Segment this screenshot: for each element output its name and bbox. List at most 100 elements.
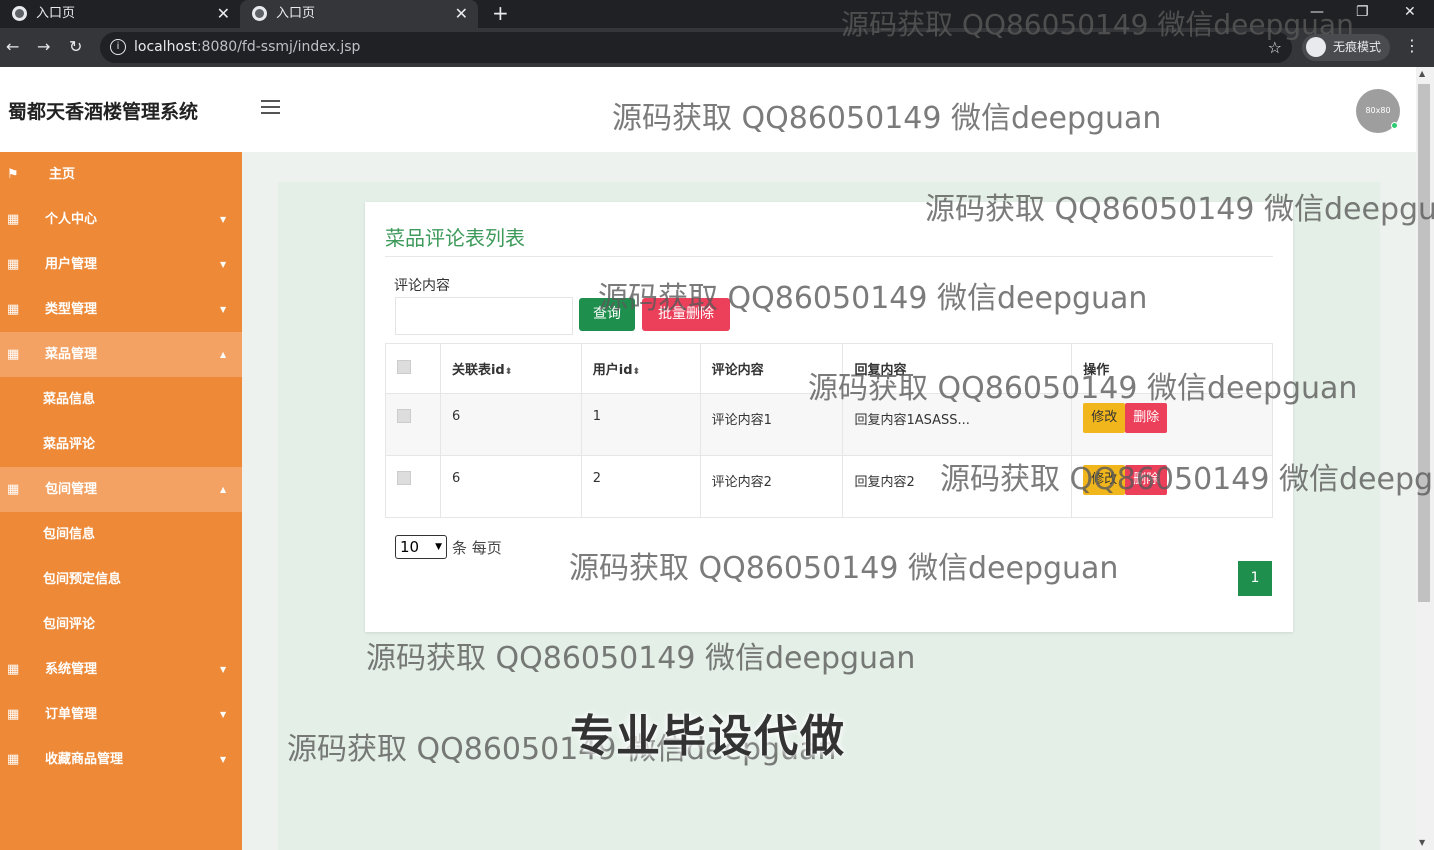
flag-icon: ⚑ [7, 167, 19, 182]
avatar[interactable]: 80x80 [1356, 89, 1400, 133]
grid-icon: ▦ [7, 707, 20, 722]
sidebar-item-order-management[interactable]: ▦ 订单管理 ▼ [0, 692, 242, 737]
sidebar-subitem-room-booking[interactable]: 包间预定信息 [0, 557, 242, 602]
cell-ref-id: 6 [439, 455, 582, 518]
watermark-big: 专业毕设代做 [570, 711, 846, 762]
browser-tab-1[interactable]: 入口页 ✕ [0, 0, 240, 28]
watermark: 源码获取 QQ86050149 微信deepguan [925, 192, 1434, 227]
sidebar-item-favorites-management[interactable]: ▦ 收藏商品管理 ▼ [0, 737, 242, 782]
watermark: 源码获取 QQ86050149 微信deepguan [366, 641, 916, 676]
sidebar-subitem-dish-info[interactable]: 菜品信息 [0, 377, 242, 422]
row-select-cell [385, 455, 441, 518]
avatar-text: 80x80 [1365, 106, 1391, 115]
row-checkbox[interactable] [397, 409, 411, 423]
new-tab-icon[interactable]: + [492, 0, 509, 26]
sidebar-item-label: 用户管理 [45, 257, 98, 272]
reload-icon[interactable]: ↻ [69, 36, 82, 58]
grid-icon: ▦ [7, 752, 20, 767]
sidebar-subitem-dish-comments[interactable]: 菜品评论 [0, 422, 242, 467]
comment-search-input[interactable] [395, 297, 573, 335]
watermark: 源码获取 QQ86050149 微信deepguan [940, 462, 1434, 497]
cell-comment: 评论内容2 [699, 455, 844, 518]
sidebar-item-home[interactable]: ⚑ 主页 [0, 152, 242, 197]
select-all-cell [385, 343, 441, 394]
globe-icon [252, 6, 267, 21]
sidebar-item-label: 包间评论 [43, 617, 96, 632]
sort-icon: ⬍ [504, 367, 513, 377]
sidebar-item-label: 包间信息 [43, 527, 96, 542]
watermark: 源码获取 QQ86050149 微信deepguan [612, 101, 1162, 136]
browser-menu-icon[interactable]: ⋮ [1404, 36, 1420, 55]
sidebar-subitem-room-comments[interactable]: 包间评论 [0, 602, 242, 647]
sidebar-item-label: 包间预定信息 [43, 572, 122, 587]
delete-button[interactable]: 删除 [1125, 403, 1168, 433]
sidebar-item-user-management[interactable]: ▦ 用户管理 ▼ [0, 242, 242, 287]
grid-icon: ▦ [7, 212, 20, 227]
forward-icon[interactable]: → [37, 36, 50, 58]
sidebar-item-label: 菜品信息 [43, 392, 96, 407]
tab-label: 入口页 [36, 6, 76, 21]
page-size-value: 10 [400, 538, 420, 556]
sidebar-item-dish-management[interactable]: ▦ 菜品管理 ▲ [0, 332, 242, 377]
grid-icon: ▦ [7, 662, 20, 677]
menu-toggle-icon[interactable] [261, 100, 280, 116]
sidebar-item-type-management[interactable]: ▦ 类型管理 ▼ [0, 287, 242, 332]
sidebar-item-label: 个人中心 [45, 212, 98, 227]
edit-button[interactable]: 修改 [1083, 403, 1126, 433]
sidebar-subitem-room-info[interactable]: 包间信息 [0, 512, 242, 557]
sidebar-item-label: 订单管理 [45, 707, 98, 722]
online-status-icon [1391, 122, 1398, 129]
chevron-up-icon: ▲ [220, 350, 227, 359]
scroll-down-icon[interactable]: ▼ [1419, 838, 1425, 847]
page-size-suffix: 条 每页 [452, 539, 502, 557]
sidebar-item-label: 菜品管理 [45, 347, 98, 362]
row-checkbox[interactable] [397, 471, 411, 485]
sidebar-item-label: 主页 [49, 167, 76, 182]
filter-label: 评论内容 [394, 278, 450, 294]
chevron-up-icon: ▲ [220, 485, 227, 494]
window-close-icon[interactable]: ✕ [1404, 0, 1416, 24]
sidebar-item-label: 包间管理 [45, 482, 98, 497]
page-size-select[interactable]: 10 ▼ [395, 535, 447, 559]
sidebar-item-label: 类型管理 [45, 302, 98, 317]
close-tab-icon[interactable]: ✕ [217, 0, 230, 28]
globe-icon [12, 6, 27, 21]
sidebar-item-room-management[interactable]: ▦ 包间管理 ▲ [0, 467, 242, 512]
watermark: 源码获取 QQ86050149 微信deepguan [569, 551, 1119, 586]
pagination-page-1[interactable]: 1 [1238, 561, 1272, 596]
url-text: localhost:8080/fd-ssmj/index.jsp [134, 39, 361, 55]
grid-icon: ▦ [7, 257, 20, 272]
chevron-down-icon: ▼ [435, 542, 442, 552]
grid-icon: ▦ [7, 482, 20, 497]
grid-icon: ▦ [7, 302, 20, 317]
cell-user-id: 2 [580, 455, 701, 518]
chevron-down-icon: ▼ [220, 215, 227, 224]
cell-user-id: 1 [580, 393, 701, 456]
chevron-down-icon: ▼ [220, 665, 227, 674]
sidebar-item-system-management[interactable]: ▦ 系统管理 ▼ [0, 647, 242, 692]
column-header[interactable]: 用户id⬍ [580, 343, 701, 394]
watermark: 源码获取 QQ86050149 微信deepguan [808, 371, 1358, 406]
chevron-down-icon: ▼ [220, 260, 227, 269]
info-icon[interactable]: i [110, 39, 126, 55]
back-icon[interactable]: ← [6, 36, 19, 58]
chevron-down-icon: ▼ [220, 305, 227, 314]
close-tab-icon[interactable]: ✕ [455, 0, 468, 28]
grid-icon: ▦ [7, 347, 20, 362]
browser-tab-2[interactable]: 入口页 ✕ [240, 0, 478, 28]
select-all-checkbox[interactable] [397, 359, 411, 374]
row-select-cell [385, 393, 441, 456]
watermark: 源码获取 QQ86050149 微信deepguan [841, 8, 1354, 41]
chevron-down-icon: ▼ [220, 710, 227, 719]
sidebar-item-personal-center[interactable]: ▦ 个人中心 ▼ [0, 197, 242, 242]
sidebar-item-label: 菜品评论 [43, 437, 96, 452]
sidebar: ⚑ 主页 ▦ 个人中心 ▼ ▦ 用户管理 ▼ ▦ 类型管理 ▼ ▦ 菜品管理 ▲… [0, 152, 242, 850]
restore-icon[interactable]: ❐ [1356, 0, 1369, 24]
sidebar-item-label: 系统管理 [45, 662, 98, 677]
column-header[interactable]: 关联表id⬍ [439, 343, 582, 394]
app-title: 蜀都天香酒楼管理系统 [8, 101, 199, 123]
watermark: 源码获取 QQ86050149 微信deepguan [598, 281, 1148, 316]
sort-icon: ⬍ [632, 367, 641, 377]
scrollbar-thumb[interactable] [1418, 84, 1430, 602]
scroll-up-icon[interactable]: ▲ [1419, 69, 1425, 78]
